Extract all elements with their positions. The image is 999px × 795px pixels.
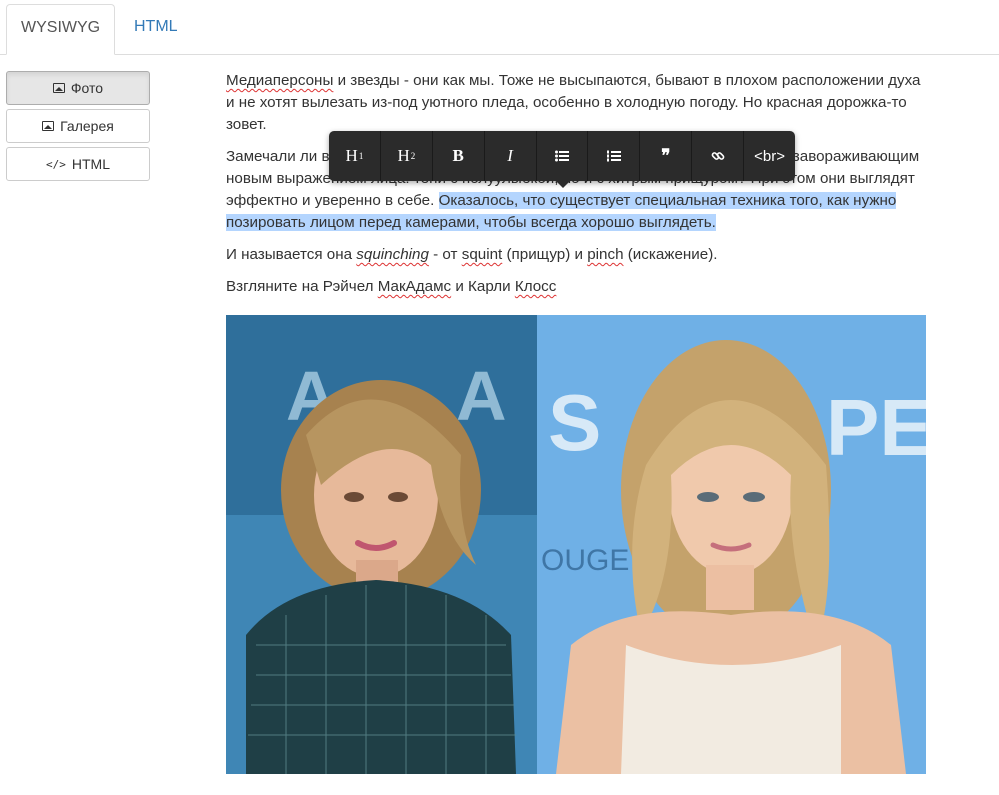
heading2-sup: 2 [410, 151, 416, 161]
editor-content[interactable]: Медиаперсоны и звезды - они как мы. Тоже… [226, 70, 926, 308]
tab-wysiwyg[interactable]: WYSIWYG [6, 4, 115, 55]
editor-tabs: WYSIWYG HTML [0, 0, 999, 55]
word-kloss: Клосс [514, 278, 557, 295]
paragraph-1-word: Медиаперсоны [226, 72, 334, 89]
blockquote-button[interactable]: ❞ [640, 131, 693, 181]
formatting-toolbar: H1 H2 B I ❞ <br> [329, 131, 795, 188]
bullet-list-icon [555, 150, 569, 162]
html-button[interactable]: </> HTML [6, 147, 150, 181]
italic-button[interactable]: I [485, 131, 537, 181]
paragraph-3-text-d: (искажение). [623, 246, 718, 263]
paragraph-4-text-b: и Карли [451, 278, 515, 295]
paragraph-3-text: И называется она [226, 246, 357, 263]
celebrity-photo[interactable]: A A S PE OUGE [226, 315, 926, 774]
numbered-list-icon [606, 150, 621, 162]
word-macadams: МакАдамс [377, 278, 452, 295]
heading2-button[interactable]: H2 [381, 131, 433, 181]
svg-text:S: S [548, 378, 601, 467]
photo-button-label: Фото [70, 80, 104, 96]
svg-text:PE: PE [826, 383, 926, 472]
bullet-list-button[interactable] [537, 131, 589, 181]
word-squint: squint [461, 246, 503, 263]
paragraph-4-text: Взгляните на Рэйчел [226, 278, 378, 295]
paragraph-3-text-b: - от [428, 246, 462, 263]
bold-button[interactable]: B [433, 131, 485, 181]
paragraph-1: Медиаперсоны и звезды - они как мы. Тоже… [226, 70, 926, 136]
tab-html[interactable]: HTML [120, 4, 192, 54]
paragraph-4: Взгляните на Рэйчел МакАдамс и Карли Кло… [226, 276, 926, 298]
image-icon [52, 83, 65, 93]
heading1-label: H [345, 146, 358, 165]
svg-text:OUGE: OUGE [541, 544, 629, 577]
term-squinching: squinching [356, 246, 429, 263]
word-pinch: pinch [587, 246, 624, 263]
paragraph-3: И называется она squinching - от squint … [226, 244, 926, 266]
numbered-list-button[interactable] [588, 131, 641, 181]
heading2-label: H [397, 146, 410, 165]
link-icon [711, 152, 725, 160]
gallery-button-label: Галерея [60, 118, 114, 134]
html-button-label: HTML [71, 156, 110, 172]
code-icon: </> [46, 157, 66, 171]
heading1-button[interactable]: H1 [329, 131, 381, 181]
image-icon [42, 121, 55, 131]
paragraph-3-text-c: (прищур) и [502, 246, 588, 263]
line-break-button[interactable]: <br> [744, 131, 795, 181]
link-button[interactable] [692, 131, 745, 181]
photo-illustration: A A S PE OUGE [226, 315, 926, 774]
gallery-button[interactable]: Галерея [6, 109, 150, 143]
photo-button[interactable]: Фото [6, 71, 150, 105]
heading1-sup: 1 [358, 151, 364, 161]
svg-text:A: A [456, 357, 507, 435]
